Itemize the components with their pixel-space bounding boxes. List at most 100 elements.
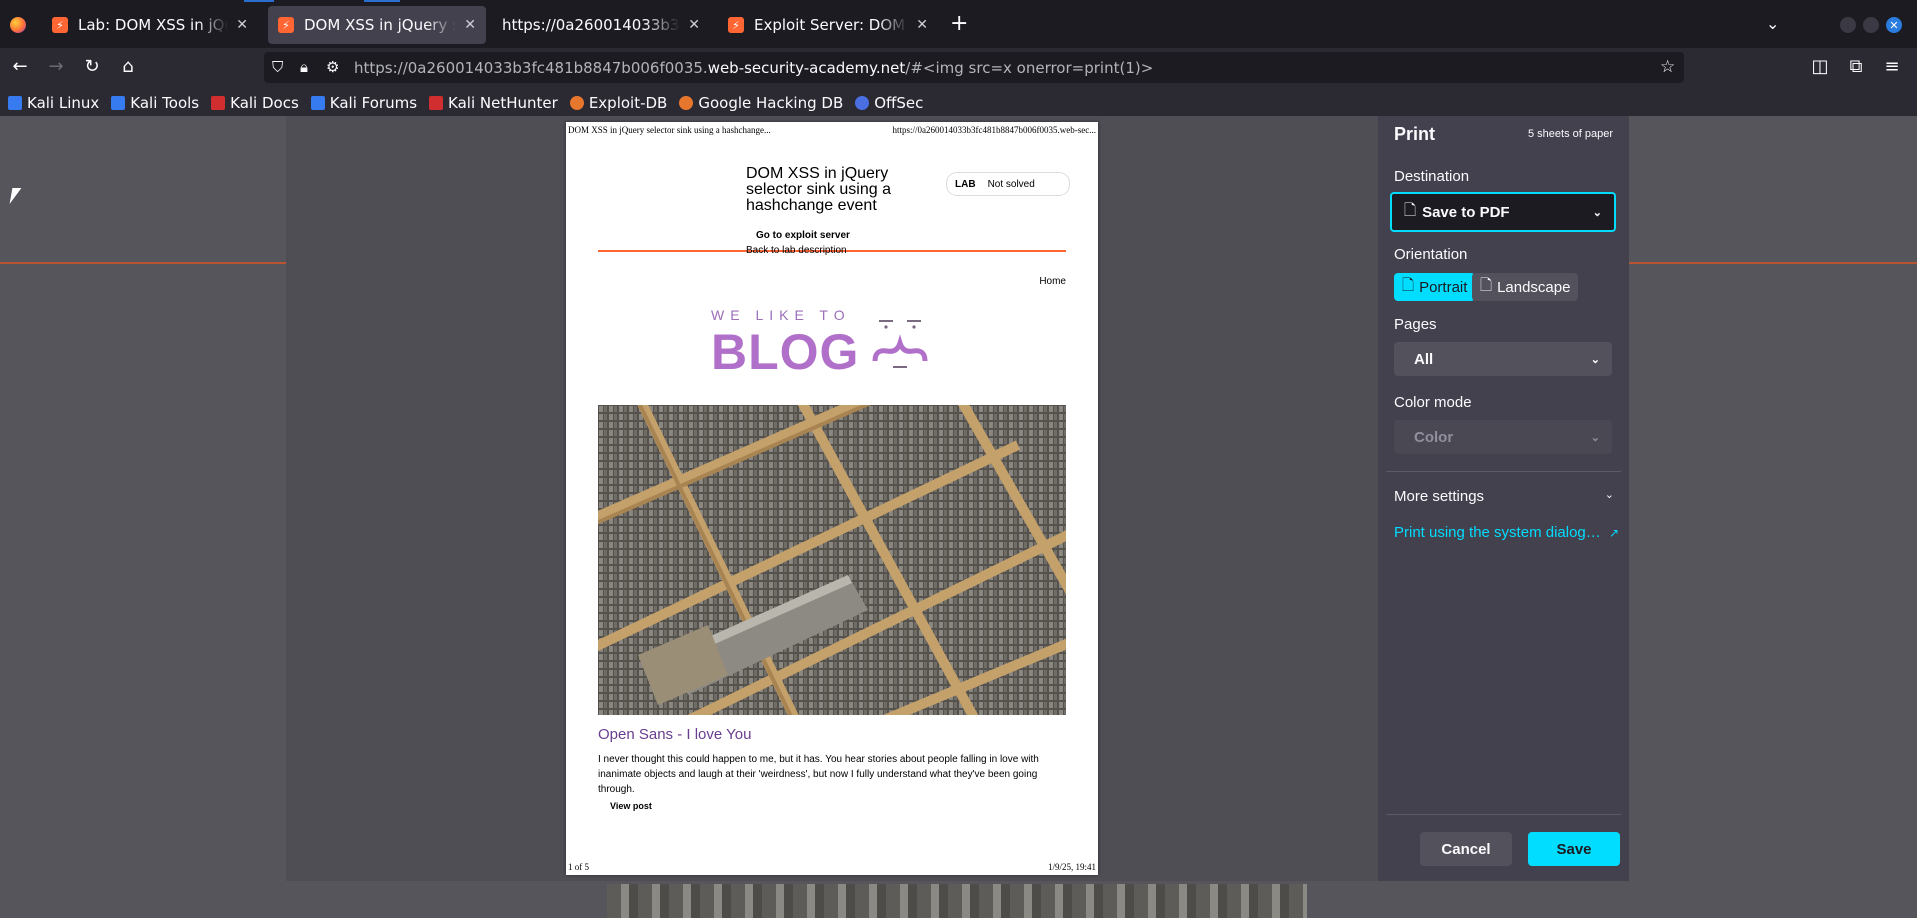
system-dialog-link[interactable]: Print using the system dialog… ↗	[1394, 524, 1619, 541]
bookmark-star-icon[interactable]: ☆	[1660, 57, 1675, 77]
kali-dragon-icon	[8, 96, 22, 110]
destination-select[interactable]: 🗋 Save to PDF ⌄	[1390, 192, 1616, 232]
bookmark-kali-tools[interactable]: Kali Tools	[111, 94, 199, 112]
chevron-down-icon: ⌄	[1590, 353, 1600, 366]
portrait-page-icon: 🗋	[1402, 276, 1415, 294]
blog-post-title: Open Sans - I love You	[598, 726, 752, 743]
tab-accent-indicator	[364, 0, 400, 2]
kali-forums-icon	[310, 96, 325, 110]
reload-icon[interactable]: ↻	[80, 56, 104, 77]
bookmark-kali-docs[interactable]: Kali Docs	[211, 94, 299, 112]
exploit-db-icon	[569, 96, 584, 110]
lock-icon[interactable]: 🔒︎	[300, 58, 308, 76]
landscape-button[interactable]: 🗋 Landscape	[1472, 273, 1579, 301]
sheet-count: 5 sheets of paper	[1527, 128, 1613, 140]
tab-exploit-server[interactable]: ⚡ Exploit Server: DOM XSS in jQuery sele…	[718, 6, 938, 44]
settings-divider	[1386, 471, 1621, 472]
blog-face-icon	[872, 320, 928, 368]
close-tab-icon[interactable]: ✕	[916, 17, 928, 33]
permissions-icon[interactable]: ⚙	[326, 58, 339, 76]
external-link-icon: ↗	[1608, 526, 1619, 540]
color-mode-label: Color mode	[1394, 394, 1472, 411]
app-menu-icon[interactable]: ≡	[1880, 56, 1904, 77]
color-mode-value: Color	[1414, 428, 1454, 446]
minimize-window-icon[interactable]	[1840, 17, 1856, 33]
destination-label: Destination	[1394, 168, 1470, 185]
bookmark-exploit-db[interactable]: Exploit-DB	[569, 94, 668, 112]
bookmark-label: OffSec	[874, 94, 924, 112]
bookmark-google-hacking-db[interactable]: Google Hacking DB	[679, 94, 843, 112]
shield-icon[interactable]: ⛉	[272, 58, 283, 76]
save-button[interactable]: Save	[1528, 832, 1620, 866]
page-orange-rule	[1629, 262, 1917, 264]
bookmark-kali-linux[interactable]: Kali Linux	[8, 94, 99, 112]
bookmark-kali-nethunter[interactable]: Kali NetHunter	[429, 94, 558, 112]
close-tab-icon[interactable]: ✕	[236, 17, 248, 33]
blog-post-summary: I never thought this could happen to me,…	[598, 754, 1039, 795]
pages-value: All	[1414, 350, 1434, 368]
bookmark-offsec[interactable]: OffSec	[855, 94, 923, 112]
tab-label: Exploit Server: DOM XSS in jQuery select…	[754, 16, 908, 34]
tab-lab-url[interactable]: https://0a260014033b3fc481b8847b006f0035…	[492, 6, 710, 44]
portrait-button[interactable]: 🗋 Portrait	[1394, 273, 1476, 301]
lab-status-text: Not solved	[987, 178, 1035, 190]
close-tab-icon[interactable]: ✕	[464, 17, 476, 33]
bookmark-label: Exploit-DB	[588, 94, 668, 112]
tab-label: https://0a260014033b3fc481b8847b006f0035…	[502, 16, 680, 34]
pocket-icon[interactable]: ◫	[1808, 56, 1832, 77]
settings-divider	[1386, 814, 1621, 815]
offsec-icon	[855, 96, 870, 110]
system-dialog-label: Print using the system dialog…	[1394, 524, 1601, 541]
letterpress-tray-photo	[598, 405, 1066, 715]
new-tab-icon[interactable]: +	[950, 13, 968, 35]
bookmark-label: Kali Forums	[329, 94, 418, 112]
list-all-tabs-icon[interactable]: ⌄	[1766, 14, 1779, 33]
blog-logo: WE LIKE TO BLOG	[711, 307, 951, 380]
portrait-label: Portrait	[1419, 278, 1468, 296]
bookmark-label: Google Hacking DB	[698, 94, 844, 112]
close-tab-icon[interactable]: ✕	[688, 17, 700, 33]
more-settings-toggle[interactable]: More settings ⌄	[1394, 488, 1614, 505]
exploit-server-link: Go to exploit server	[756, 230, 850, 241]
blog-post-image	[598, 405, 1066, 715]
bookmark-label: Kali Linux	[27, 94, 100, 112]
extensions-icon[interactable]: ⧉	[1844, 56, 1868, 77]
tab-dom-xss[interactable]: ⚡ DOM XSS in jQuery selector sink using …	[268, 6, 486, 44]
tab-label: Lab: DOM XSS in jQuery selector sink usi…	[78, 16, 228, 34]
print-preview-page: DOM XSS in jQuery selector sink using a …	[566, 122, 1098, 875]
close-window-icon[interactable]: ✕	[1886, 17, 1902, 33]
maximize-window-icon[interactable]	[1863, 17, 1879, 33]
home-icon[interactable]: ⌂	[116, 56, 140, 77]
back-to-lab-link: Back to lab description	[746, 245, 847, 256]
page-header-title: DOM XSS in jQuery selector sink using a …	[568, 125, 771, 135]
color-mode-select[interactable]: Color ⌄	[1394, 420, 1612, 454]
back-icon[interactable]: ←	[8, 56, 32, 77]
more-settings-label: More settings	[1394, 488, 1485, 505]
page-orange-rule	[0, 262, 286, 264]
url-domain: web-security-academy.net	[707, 59, 906, 77]
home-link: Home	[1039, 276, 1066, 287]
print-preview-area: DOM XSS in jQuery selector sink using a …	[286, 116, 1378, 881]
chevron-down-icon: ⌄	[1590, 431, 1600, 444]
kali-tools-icon	[111, 96, 126, 110]
pages-select[interactable]: All ⌄	[1394, 342, 1612, 376]
page-footer-count: 1 of 5	[568, 862, 589, 872]
bookmark-kali-forums[interactable]: Kali Forums	[310, 94, 418, 112]
cancel-button[interactable]: Cancel	[1420, 832, 1512, 866]
tab-lab[interactable]: ⚡ Lab: DOM XSS in jQuery selector sink u…	[42, 6, 258, 44]
destination-value: Save to PDF	[1422, 203, 1510, 221]
orientation-label: Orientation	[1394, 246, 1468, 263]
blog-tagline: WE LIKE TO	[711, 307, 851, 323]
portswigger-favicon-icon: ⚡	[278, 17, 294, 33]
url-suffix: /#<img src=x onerror=print(1)>	[905, 59, 1154, 77]
firefox-menu-icon[interactable]	[10, 17, 26, 33]
portswigger-favicon-icon: ⚡	[728, 17, 744, 33]
bookmarks-toolbar: Kali Linux Kali Tools Kali Docs Kali For…	[0, 90, 1917, 116]
bookmark-label: Kali NetHunter	[448, 94, 558, 112]
url-text[interactable]: https://0a260014033b3fc481b8847b006f0035…	[354, 59, 1153, 77]
url-bar[interactable]: ⛉ 🔒︎ ⚙ https://0a260014033b3fc481b8847b0…	[264, 52, 1684, 83]
forward-icon[interactable]: →	[44, 56, 68, 77]
tab-label: DOM XSS in jQuery selector sink using a …	[304, 16, 457, 34]
bookmark-label: Kali Docs	[230, 94, 299, 112]
url-prefix: https://0a260014033b3fc481b8847b006f0035…	[354, 59, 708, 77]
